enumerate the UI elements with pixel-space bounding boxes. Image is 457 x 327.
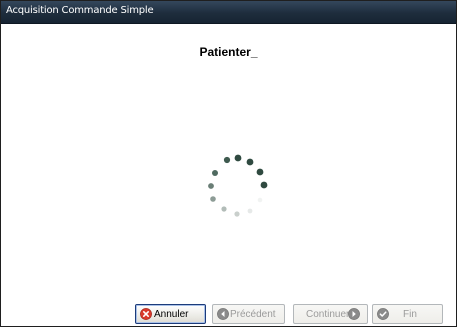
spinner-dot	[257, 197, 263, 203]
spinner-dot	[247, 208, 253, 214]
arrow-right-icon	[348, 308, 361, 320]
spinner-dot	[223, 156, 231, 164]
spinner-dot	[246, 158, 254, 166]
spinner-dot	[208, 183, 214, 189]
cancel-button-label: Annuler	[154, 308, 189, 320]
spinner-dot	[212, 170, 218, 176]
cancel-button[interactable]: Annuler	[135, 304, 206, 324]
finish-button[interactable]: Fin	[372, 304, 443, 324]
cancel-icon	[140, 308, 152, 320]
title-bar[interactable]: Acquisition Commande Simple	[1, 1, 456, 24]
previous-button-label: Précédent	[230, 308, 276, 320]
previous-button[interactable]: Précédent	[212, 304, 285, 324]
continue-button[interactable]: Continuer	[293, 304, 368, 324]
continue-button-label: Continuer	[306, 308, 350, 320]
button-bar: Annuler Précédent Continuer Fin	[1, 304, 456, 326]
spinner-dot	[210, 196, 216, 202]
spinner-dot	[260, 181, 268, 189]
spinner-dot	[256, 168, 264, 176]
dialog-window: Acquisition Commande Simple Patienter_ A…	[0, 0, 457, 327]
window-title: Acquisition Commande Simple	[6, 5, 154, 16]
status-message: Patienter_	[199, 45, 258, 59]
arrow-left-icon	[217, 308, 229, 320]
spinner-dot	[234, 154, 242, 162]
loading-spinner-icon	[208, 154, 268, 217]
checkmark-icon	[377, 308, 389, 320]
finish-button-label: Fin	[403, 308, 417, 320]
spinner-dot	[234, 211, 240, 217]
spinner-dot	[221, 206, 227, 212]
